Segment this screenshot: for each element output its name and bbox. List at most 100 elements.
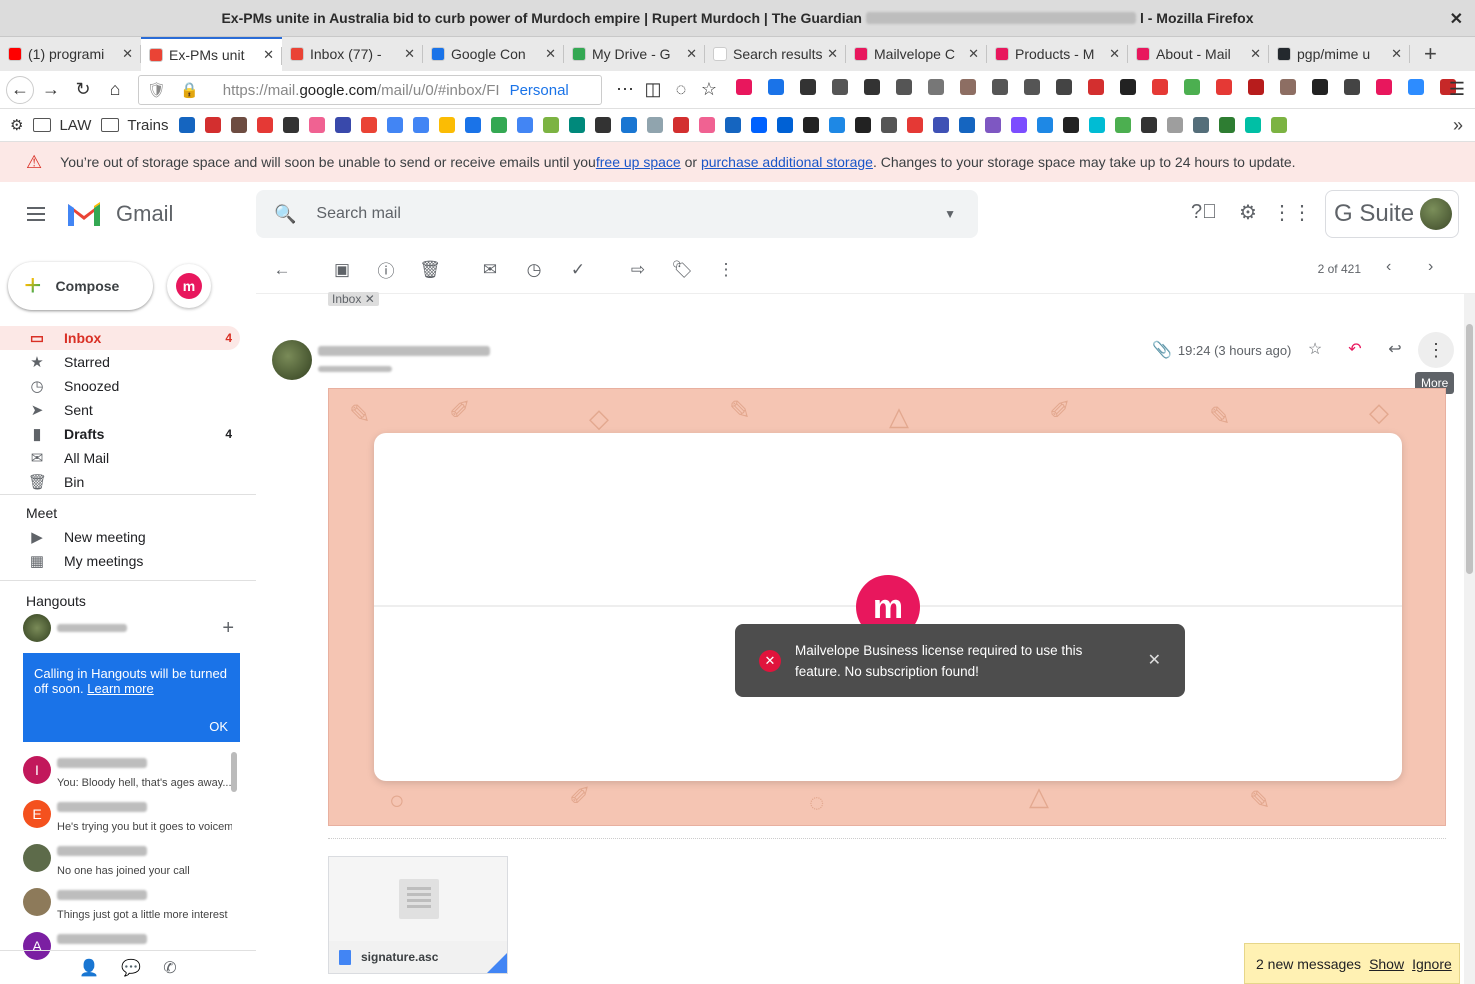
bookmark-icon[interactable]: [646, 117, 663, 133]
more-bookmarks-icon[interactable]: »: [1453, 115, 1463, 136]
compose-button[interactable]: + Compose: [8, 262, 153, 310]
bookmark-star-icon[interactable]: ☆: [694, 75, 724, 105]
bookmark-icon[interactable]: [204, 117, 221, 133]
bookmark-icon[interactable]: [1192, 117, 1209, 133]
tab-close-icon[interactable]: ✕: [1109, 46, 1120, 62]
extension-icon[interactable]: [1088, 79, 1104, 95]
extension-icon[interactable]: [1216, 79, 1232, 95]
bookmark-icon[interactable]: [906, 117, 923, 133]
tab-close-icon[interactable]: ✕: [827, 46, 838, 62]
extension-icon[interactable]: [1024, 79, 1040, 95]
hangouts-conversation[interactable]: E He's trying you but it goes to voicem: [23, 798, 232, 842]
search-input[interactable]: Search mail: [316, 205, 400, 223]
bookmark-icon[interactable]: [464, 117, 481, 133]
tab-close-icon[interactable]: ✕: [686, 46, 697, 62]
sidebar-item-all-mail[interactable]: ✉ All Mail: [0, 446, 240, 470]
extension-icon[interactable]: [736, 79, 752, 95]
bookmark-icon[interactable]: [438, 117, 455, 133]
my-meetings-item[interactable]: ▦ My meetings: [0, 549, 256, 573]
tab-close-icon[interactable]: ✕: [263, 47, 274, 63]
bookmark-icon[interactable]: [750, 117, 767, 133]
toast-close-icon[interactable]: ✕: [1148, 650, 1161, 671]
bookmark-icon[interactable]: [776, 117, 793, 133]
extension-icon[interactable]: [1312, 79, 1328, 95]
bookmark-icon[interactable]: [672, 117, 689, 133]
bookmark-icon[interactable]: [1218, 117, 1235, 133]
pocket-icon[interactable]: ◫: [638, 75, 668, 105]
search-bar[interactable]: 🔍 Search mail ▼: [256, 190, 978, 238]
hangouts-ok-button[interactable]: OK: [209, 719, 228, 734]
extension-icon[interactable]: [864, 79, 880, 95]
hangouts-conversation[interactable]: Things just got a little more interest: [23, 886, 230, 930]
labels-icon[interactable]: 🏷: [662, 250, 702, 290]
sidebar-item-sent[interactable]: ➤ Sent: [0, 398, 240, 422]
sidebar-item-drafts[interactable]: ▮ Drafts 4: [0, 422, 240, 446]
main-menu-icon[interactable]: [12, 190, 60, 238]
bookmark-icon[interactable]: [178, 117, 195, 133]
bookmark-icon[interactable]: [1088, 117, 1105, 133]
archive-icon[interactable]: ▣: [322, 250, 362, 290]
browser-tab[interactable]: About - Mail ✕: [1128, 37, 1269, 71]
snooze-icon[interactable]: ◷: [514, 250, 554, 290]
hangouts-chat-icon[interactable]: 💬: [121, 958, 141, 978]
mailvelope-button[interactable]: m: [167, 264, 211, 308]
bookmark-icon[interactable]: [542, 117, 559, 133]
bookmark-icon[interactable]: [256, 117, 273, 133]
gsuite-account-button[interactable]: G Suite: [1325, 190, 1459, 238]
page-scrollbar[interactable]: [1464, 294, 1475, 984]
purchase-storage-link[interactable]: purchase additional storage: [701, 154, 873, 170]
extension-icon[interactable]: [832, 79, 848, 95]
bookmark-icon[interactable]: [854, 117, 871, 133]
forward-icon[interactable]: →: [36, 75, 66, 105]
extension-icon[interactable]: [800, 79, 816, 95]
learn-more-link[interactable]: Learn more: [87, 681, 153, 696]
bookmark-icon[interactable]: [334, 117, 351, 133]
bookmark-icon[interactable]: [698, 117, 715, 133]
extension-icon[interactable]: [768, 79, 784, 95]
back-icon[interactable]: ←: [6, 75, 34, 104]
tab-close-icon[interactable]: ✕: [1250, 46, 1261, 62]
browser-tab[interactable]: Inbox (77) - ✕: [282, 37, 423, 71]
browser-tab[interactable]: My Drive - G ✕: [564, 37, 705, 71]
bookmark-icon[interactable]: [1036, 117, 1053, 133]
tab-close-icon[interactable]: ✕: [404, 46, 415, 62]
extension-icon[interactable]: [1248, 79, 1264, 95]
bookmark-icon[interactable]: [1114, 117, 1131, 133]
page-actions-icon[interactable]: ⋯: [610, 75, 640, 105]
fingerprint-icon[interactable]: ◌: [666, 75, 696, 105]
tab-close-icon[interactable]: ✕: [1391, 46, 1402, 62]
bookmark-icon[interactable]: [1166, 117, 1183, 133]
bookmark-icon[interactable]: [620, 117, 637, 133]
report-spam-icon[interactable]: ⓘ: [366, 250, 406, 290]
browser-tab[interactable]: Ex-PMs unit ✕: [141, 37, 282, 71]
bookmark-icon[interactable]: [1062, 117, 1079, 133]
search-icon[interactable]: 🔍: [274, 204, 296, 225]
extension-icon[interactable]: [1120, 79, 1136, 95]
extension-icon[interactable]: [1344, 79, 1360, 95]
bookmark-icon[interactable]: [308, 117, 325, 133]
browser-tab[interactable]: pgp/mime u ✕: [1269, 37, 1410, 71]
extension-icon[interactable]: [1184, 79, 1200, 95]
bookmark-icon[interactable]: [1010, 117, 1027, 133]
hangouts-conversation[interactable]: No one has joined your call: [23, 842, 230, 886]
attachment-card[interactable]: signature.asc: [328, 856, 508, 974]
extension-icon[interactable]: [896, 79, 912, 95]
more-options-icon[interactable]: ⋮: [1418, 332, 1454, 368]
free-up-space-link[interactable]: free up space: [596, 154, 681, 170]
bookmark-icon[interactable]: [984, 117, 1001, 133]
new-meeting-item[interactable]: ▶ New meeting: [0, 525, 256, 549]
bookmark-icon[interactable]: [802, 117, 819, 133]
bookmark-icon[interactable]: [1140, 117, 1157, 133]
menu-icon[interactable]: ☰: [1442, 75, 1472, 105]
add-contact-icon[interactable]: +: [222, 617, 234, 640]
older-icon[interactable]: ›: [1428, 258, 1433, 276]
more-actions-icon[interactable]: ⋮: [706, 250, 746, 290]
tab-close-icon[interactable]: ✕: [545, 46, 556, 62]
bookmark-icon[interactable]: [1244, 117, 1261, 133]
browser-tab[interactable]: Search results - ✕: [705, 37, 846, 71]
container-label[interactable]: Personal: [510, 82, 569, 99]
extension-icon[interactable]: [928, 79, 944, 95]
sender-avatar[interactable]: [272, 340, 312, 380]
bookmark-icon[interactable]: [568, 117, 585, 133]
bookmark-icon[interactable]: [360, 117, 377, 133]
